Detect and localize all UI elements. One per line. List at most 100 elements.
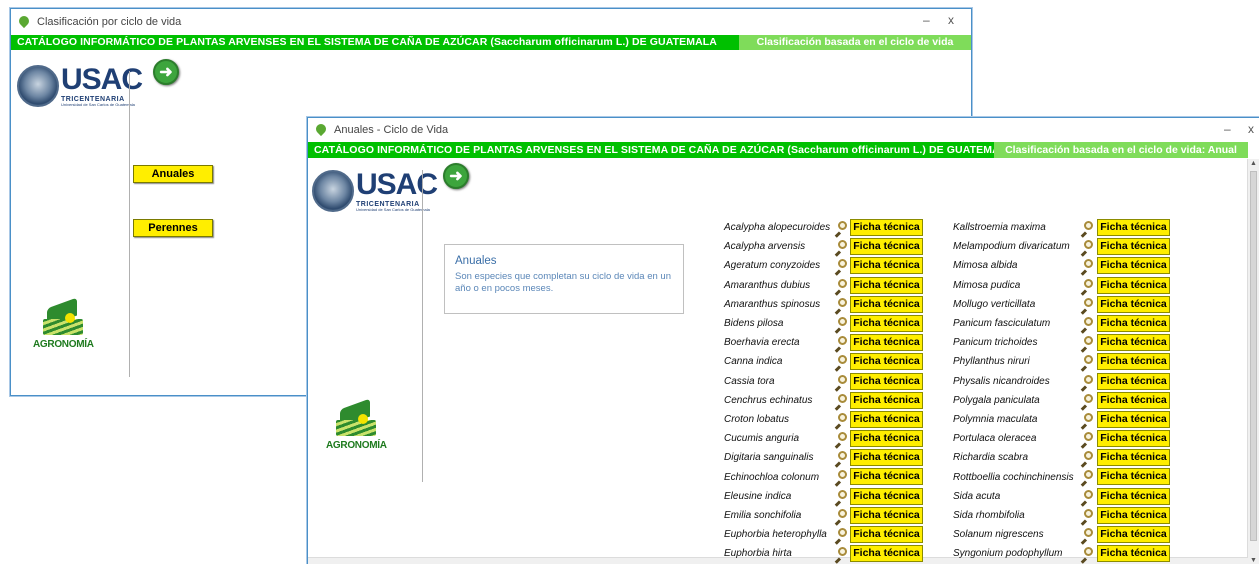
ficha-tecnica-button[interactable]: Ficha técnica [1097, 545, 1170, 563]
magnifier-icon[interactable] [834, 336, 847, 353]
ficha-tecnica-button[interactable]: Ficha técnica [850, 545, 923, 563]
species-row: Canna indica Ficha técnica [724, 352, 923, 373]
ficha-tecnica-button[interactable]: Ficha técnica [1097, 276, 1170, 294]
ficha-tecnica-button[interactable]: Ficha técnica [850, 334, 923, 352]
ficha-tecnica-button[interactable]: Ficha técnica [850, 372, 923, 390]
ficha-tecnica-button[interactable]: Ficha técnica [1097, 257, 1170, 275]
ficha-tecnica-button[interactable]: Ficha técnica [1097, 430, 1170, 448]
species-name: Echinochloa colonum [724, 471, 820, 483]
magnifier-icon[interactable] [834, 221, 847, 238]
magnifier-icon[interactable] [1080, 374, 1093, 392]
magnifier-icon[interactable] [1080, 336, 1093, 353]
species-row: Digitaria sanguinalis Ficha técnica [724, 448, 923, 469]
app-leaf-icon [314, 123, 328, 137]
magnifier-icon[interactable] [834, 508, 847, 526]
ficha-tecnica-button[interactable]: Ficha técnica [1097, 506, 1170, 524]
close-button[interactable]: x [948, 13, 954, 27]
header-right-label: Clasificación basada en el ciclo de vida [739, 35, 971, 50]
magnifier-icon[interactable] [834, 316, 847, 334]
anuales-button[interactable]: Anuales [133, 165, 213, 183]
ficha-tecnica-button[interactable]: Ficha técnica [850, 449, 923, 467]
titlebar[interactable]: Anuales - Ciclo de Vida – x [308, 118, 1259, 142]
ficha-tecnica-button[interactable]: Ficha técnica [850, 314, 923, 332]
species-row: Croton lobatus Ficha técnica [724, 410, 923, 430]
ficha-tecnica-button[interactable]: Ficha técnica [1097, 334, 1170, 352]
ficha-tecnica-button[interactable]: Ficha técnica [850, 430, 923, 448]
species-name: Mollugo verticillata [953, 298, 1036, 310]
magnifier-icon[interactable] [1080, 278, 1093, 296]
ficha-tecnica-button[interactable]: Ficha técnica [850, 257, 923, 275]
back-button[interactable]: ➜ [443, 163, 469, 189]
ficha-tecnica-button[interactable]: Ficha técnica [1097, 295, 1170, 313]
magnifier-icon[interactable] [1080, 528, 1093, 545]
usac-wordmark: USAC [356, 168, 438, 201]
titlebar[interactable]: Clasificación por ciclo de vida – x [11, 9, 971, 35]
ficha-tecnica-button[interactable]: Ficha técnica [1097, 487, 1170, 505]
magnifier-icon[interactable] [834, 297, 847, 315]
magnifier-icon[interactable] [834, 489, 847, 507]
ficha-tecnica-button[interactable]: Ficha técnica [850, 506, 923, 524]
ficha-tecnica-button[interactable]: Ficha técnica [1097, 238, 1170, 256]
magnifier-icon[interactable] [1080, 316, 1093, 334]
magnifier-icon[interactable] [1080, 393, 1093, 411]
magnifier-icon[interactable] [1080, 489, 1093, 507]
ficha-tecnica-button[interactable]: Ficha técnica [1097, 410, 1170, 428]
magnifier-icon[interactable] [1080, 221, 1093, 238]
magnifier-icon[interactable] [834, 412, 847, 430]
magnifier-icon[interactable] [1080, 547, 1093, 564]
species-name: Cassia tora [724, 375, 775, 387]
ficha-tecnica-button[interactable]: Ficha técnica [850, 410, 923, 428]
close-button[interactable]: x [1248, 122, 1254, 136]
vertical-scrollbar[interactable]: ▲ ▼ [1247, 159, 1259, 564]
magnifier-icon[interactable] [834, 451, 847, 469]
perennes-button[interactable]: Perennes [133, 219, 213, 237]
magnifier-icon[interactable] [834, 374, 847, 392]
magnifier-icon[interactable] [834, 278, 847, 296]
magnifier-icon[interactable] [1080, 240, 1093, 257]
magnifier-icon[interactable] [1080, 355, 1093, 373]
species-row: Euphorbia heterophylla Ficha técnica [724, 525, 923, 545]
magnifier-icon[interactable] [834, 355, 847, 373]
ficha-tecnica-button[interactable]: Ficha técnica [850, 468, 923, 486]
magnifier-icon[interactable] [1080, 508, 1093, 526]
ficha-tecnica-button[interactable]: Ficha técnica [850, 295, 923, 313]
ficha-tecnica-button[interactable]: Ficha técnica [850, 238, 923, 256]
ficha-tecnica-button[interactable]: Ficha técnica [1097, 372, 1170, 390]
magnifier-icon[interactable] [1080, 412, 1093, 430]
ficha-tecnica-button[interactable]: Ficha técnica [850, 276, 923, 294]
scroll-up-icon[interactable]: ▲ [1250, 160, 1257, 167]
magnifier-icon[interactable] [834, 432, 847, 449]
ficha-tecnica-button[interactable]: Ficha técnica [850, 526, 923, 543]
magnifier-icon[interactable] [834, 240, 847, 257]
ficha-tecnica-button[interactable]: Ficha técnica [850, 219, 923, 236]
ficha-tecnica-button[interactable]: Ficha técnica [1097, 468, 1170, 486]
species-row: Emilia sonchifolia Ficha técnica [724, 506, 923, 526]
ficha-tecnica-button[interactable]: Ficha técnica [1097, 353, 1170, 371]
ficha-tecnica-button[interactable]: Ficha técnica [850, 487, 923, 505]
species-row: Amaranthus dubius Ficha técnica [724, 276, 923, 296]
species-name: Portulaca oleracea [953, 433, 1037, 445]
magnifier-icon[interactable] [1080, 297, 1093, 315]
minimize-button[interactable]: – [923, 13, 930, 27]
ficha-tecnica-button[interactable]: Ficha técnica [1097, 526, 1170, 543]
ficha-tecnica-button[interactable]: Ficha técnica [1097, 219, 1170, 236]
magnifier-icon[interactable] [834, 393, 847, 411]
magnifier-icon[interactable] [1080, 432, 1093, 449]
magnifier-icon[interactable] [834, 547, 847, 564]
ficha-tecnica-button[interactable]: Ficha técnica [1097, 449, 1170, 467]
magnifier-icon[interactable] [834, 470, 847, 488]
scroll-down-icon[interactable]: ▼ [1250, 557, 1257, 564]
minimize-button[interactable]: – [1224, 122, 1231, 136]
scroll-thumb[interactable] [1250, 171, 1257, 541]
ficha-tecnica-button[interactable]: Ficha técnica [850, 391, 923, 409]
magnifier-icon[interactable] [1080, 259, 1093, 277]
magnifier-icon[interactable] [834, 528, 847, 545]
back-button[interactable]: ➜ [153, 59, 179, 85]
ficha-tecnica-button[interactable]: Ficha técnica [1097, 391, 1170, 409]
ficha-tecnica-button[interactable]: Ficha técnica [1097, 314, 1170, 332]
ficha-tecnica-button[interactable]: Ficha técnica [850, 353, 923, 371]
species-row: Physalis nicandroides Ficha técnica [953, 372, 1170, 392]
magnifier-icon[interactable] [1080, 470, 1093, 488]
magnifier-icon[interactable] [1080, 451, 1093, 469]
magnifier-icon[interactable] [834, 259, 847, 277]
